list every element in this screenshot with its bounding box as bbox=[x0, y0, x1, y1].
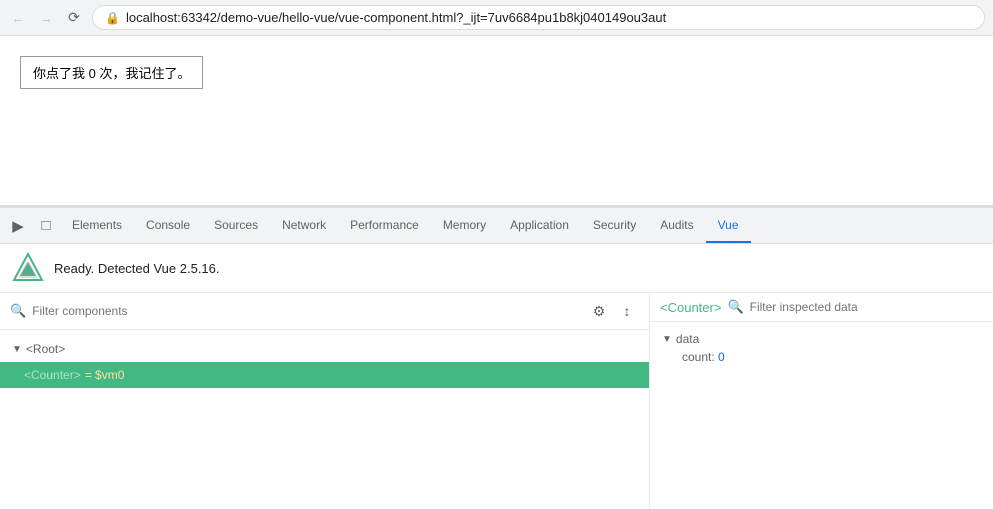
tab-audits[interactable]: Audits bbox=[648, 208, 705, 243]
data-section: ▼ data bbox=[662, 332, 981, 346]
counter-vm-label: = $vm0 bbox=[85, 368, 125, 382]
forward-button[interactable]: → bbox=[36, 8, 56, 28]
selected-component-title: <Counter> bbox=[660, 300, 721, 315]
devtools-split-panel: 🔍 ⚙ ↕ ▼ <Root> <Counter> = $vm0 bbox=[0, 293, 993, 509]
reload-button[interactable]: ⟳ bbox=[64, 8, 84, 28]
tab-console[interactable]: Console bbox=[134, 208, 202, 243]
tab-application[interactable]: Application bbox=[498, 208, 581, 243]
vue-logo bbox=[12, 252, 44, 284]
component-filter-input[interactable] bbox=[32, 304, 581, 318]
gear-button[interactable]: ⚙ bbox=[587, 299, 611, 323]
vue-status-text: Ready. Detected Vue 2.5.16. bbox=[54, 261, 220, 276]
filter-actions: ⚙ ↕ bbox=[587, 299, 639, 323]
component-tree: ▼ <Root> <Counter> = $vm0 bbox=[0, 330, 649, 509]
data-section-label: data bbox=[676, 332, 699, 346]
back-button[interactable]: ← bbox=[8, 8, 28, 28]
address-bar[interactable]: 🔒 localhost:63342/demo-vue/hello-vue/vue… bbox=[92, 5, 985, 30]
devtools-toolbar: ▶ □ Elements Console Sources Network Per… bbox=[0, 208, 993, 244]
right-filter-bar: <Counter> 🔍 bbox=[650, 293, 993, 322]
data-arrow-icon: ▼ bbox=[662, 334, 672, 345]
click-counter-button[interactable]: 你点了我 0 次，我记住了。 bbox=[20, 56, 203, 89]
inspector-filter-input[interactable] bbox=[750, 300, 983, 314]
tree-root-item[interactable]: ▼ <Root> bbox=[0, 338, 649, 360]
devtools-tabs: Elements Console Sources Network Perform… bbox=[60, 208, 989, 243]
component-filter-bar: 🔍 ⚙ ↕ bbox=[0, 293, 649, 330]
tab-vue[interactable]: Vue bbox=[706, 208, 751, 243]
vue-header: Ready. Detected Vue 2.5.16. bbox=[0, 244, 993, 293]
lock-icon: 🔒 bbox=[105, 11, 120, 25]
filter-search-icon: 🔍 bbox=[10, 303, 26, 319]
tab-sources[interactable]: Sources bbox=[202, 208, 270, 243]
devtools-panel: ▶ □ Elements Console Sources Network Per… bbox=[0, 206, 993, 509]
tree-counter-item[interactable]: <Counter> = $vm0 bbox=[0, 362, 649, 388]
sort-button[interactable]: ↕ bbox=[615, 299, 639, 323]
data-inspector: ▼ data count: 0 bbox=[650, 322, 993, 378]
tab-network[interactable]: Network bbox=[270, 208, 338, 243]
cursor-icon-button[interactable]: ▶ bbox=[4, 212, 32, 240]
data-inspector-panel: <Counter> 🔍 ▼ data count: 0 bbox=[650, 293, 993, 509]
counter-tag-label: <Counter> bbox=[24, 368, 81, 382]
right-search-icon: 🔍 bbox=[727, 299, 743, 315]
tab-memory[interactable]: Memory bbox=[431, 208, 498, 243]
url-text: localhost:63342/demo-vue/hello-vue/vue-c… bbox=[126, 10, 666, 25]
inspect-icon-button[interactable]: □ bbox=[32, 212, 60, 240]
tree-root-label: <Root> bbox=[26, 342, 65, 356]
component-tree-panel: 🔍 ⚙ ↕ ▼ <Root> <Counter> = $vm0 bbox=[0, 293, 650, 509]
browser-toolbar: ← → ⟳ 🔒 localhost:63342/demo-vue/hello-v… bbox=[0, 0, 993, 36]
tree-arrow-icon: ▼ bbox=[12, 344, 22, 355]
devtools-body: Ready. Detected Vue 2.5.16. 🔍 ⚙ ↕ ▼ <Ro bbox=[0, 244, 993, 509]
tab-performance[interactable]: Performance bbox=[338, 208, 431, 243]
count-key-label: count: bbox=[682, 350, 715, 364]
count-value-label: 0 bbox=[718, 350, 725, 364]
tab-elements[interactable]: Elements bbox=[60, 208, 134, 243]
tab-security[interactable]: Security bbox=[581, 208, 648, 243]
data-count-prop: count: 0 bbox=[662, 346, 981, 368]
page-content: 你点了我 0 次，我记住了。 bbox=[0, 36, 993, 206]
